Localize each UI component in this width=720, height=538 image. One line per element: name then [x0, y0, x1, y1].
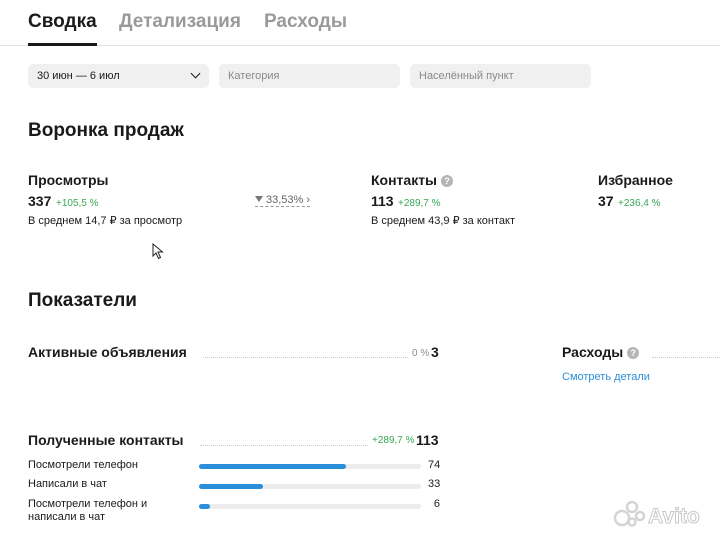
breakdown-bar-both: [199, 504, 421, 509]
watermark-text: Avito: [648, 505, 700, 528]
bar-fill: [199, 484, 264, 489]
expenses-label-text: Расходы: [562, 344, 624, 360]
expenses-details-link[interactable]: Смотреть детали: [562, 371, 650, 383]
breakdown-value-both: 6: [433, 498, 440, 510]
category-select[interactable]: Категория: [219, 64, 400, 88]
breakdown-label-phone: Посмотрели телефон: [28, 459, 138, 471]
breakdown-bar-chat: [199, 484, 421, 489]
contacts-delta: +289,7 %: [398, 198, 441, 209]
breakdown-value-chat: 33: [428, 478, 441, 490]
tab-summary[interactable]: Сводка: [28, 11, 97, 33]
contacts-label: Контакты?: [371, 172, 454, 188]
contacts-received-label: Полученные контакты: [28, 432, 184, 448]
metrics-title: Показатели: [28, 290, 137, 311]
period-select[interactable]: 30 июн — 6 июл: [28, 64, 209, 88]
period-select-value: 30 июн — 6 июл: [37, 70, 120, 82]
location-select[interactable]: Населённый пункт: [410, 64, 591, 88]
contacts-label-text: Контакты: [371, 172, 438, 188]
tab-bar: Сводка Детализация Расходы: [0, 0, 720, 46]
favorites-label: Избранное: [598, 172, 673, 188]
funnel-title: Воронка продаж: [28, 120, 184, 141]
views-note: В среднем 14,7 ₽ за просмотр: [28, 215, 183, 227]
views-label: Просмотры: [28, 172, 109, 188]
bar-fill: [199, 464, 346, 469]
favorites-delta: +236,4 %: [618, 198, 661, 209]
views-delta: +105,5 %: [56, 198, 99, 209]
avito-watermark: Avito: [612, 496, 712, 535]
contacts-received-delta: +289,7 %: [372, 435, 415, 446]
leader-dots: [203, 357, 408, 358]
contacts-value: 113: [371, 193, 394, 209]
leader-dots: [652, 357, 720, 358]
active-ads-label: Активные объявления: [28, 344, 187, 360]
active-ads-value: 3: [431, 344, 439, 360]
breakdown-value-phone: 74: [428, 459, 441, 471]
tab-expenses[interactable]: Расходы: [264, 11, 347, 33]
chevron-down-icon: [190, 68, 201, 79]
mouse-cursor-icon: [152, 243, 164, 260]
views-value: 337: [28, 193, 52, 209]
favorites-value: 37: [598, 193, 614, 209]
avito-logo-icon: Avito: [613, 500, 700, 529]
conversion-value: 33,53%: [266, 194, 304, 206]
conversion-link[interactable]: 33,53% ›: [255, 194, 311, 207]
active-tab-indicator: [28, 43, 97, 46]
help-icon[interactable]: ?: [627, 347, 640, 359]
breakdown-bar-phone: [199, 464, 421, 469]
breakdown-label-chat: Написали в чат: [28, 478, 107, 490]
funnel-icon: [255, 196, 263, 202]
breakdown-label-both: Посмотрели телефон и написали в чат: [28, 498, 148, 523]
help-icon[interactable]: ?: [441, 175, 454, 187]
contacts-received-value: 113: [416, 432, 439, 448]
tab-details[interactable]: Детализация: [119, 11, 241, 33]
bar-fill: [199, 504, 211, 509]
contacts-note: В среднем 43,9 ₽ за контакт: [371, 215, 515, 227]
expenses-label: Расходы?: [562, 344, 640, 360]
leader-dots: [200, 445, 368, 446]
active-ads-pct: 0 %: [412, 348, 430, 359]
